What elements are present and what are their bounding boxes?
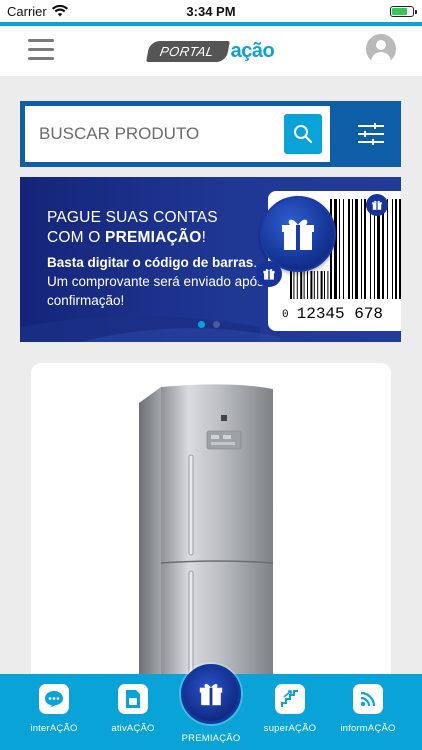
carrier-label: Carrier xyxy=(7,3,47,19)
magnifier-icon xyxy=(294,125,313,144)
product-card[interactable] xyxy=(31,363,391,703)
banner-body: Basta digitar o código de barras. Um com… xyxy=(47,253,277,310)
nav-item-superacao[interactable]: superAÇÃO xyxy=(248,684,332,734)
battery-icon xyxy=(390,5,417,17)
sim-card-icon xyxy=(118,684,148,714)
barcode-number-main: 12345 678 xyxy=(296,305,384,323)
battery-level-fill xyxy=(392,7,407,15)
status-left: Carrier xyxy=(7,4,68,19)
barcode-bar xyxy=(334,199,337,299)
wifi-icon xyxy=(51,5,68,17)
nav-item-informacao[interactable]: informAÇÃO xyxy=(326,684,410,734)
barcode-bar xyxy=(300,271,303,299)
search-bar xyxy=(20,101,401,167)
nav-item-ativacao[interactable]: ativAÇÃO xyxy=(91,684,175,734)
barcode-bar xyxy=(352,199,353,299)
banner-headline-line2-prefix: COM O xyxy=(47,229,106,246)
rss-feed-icon xyxy=(353,684,383,714)
search-box xyxy=(25,106,330,162)
barcode-bar xyxy=(296,271,298,299)
promo-banner[interactable]: PAGUE SUAS CONTAS COM O PREMIAÇÃO! Basta… xyxy=(20,177,401,342)
nav-item-premiacao[interactable] xyxy=(181,664,241,724)
barcode-bar xyxy=(307,271,308,299)
banner-headline-bold: PREMIAÇÃO xyxy=(105,229,202,246)
barcode-bar xyxy=(348,199,350,299)
barcode-bar xyxy=(293,271,295,299)
barcode-bar xyxy=(361,199,362,299)
search-button[interactable] xyxy=(284,114,322,154)
barcode-bar xyxy=(317,271,319,299)
banner-text: PAGUE SUAS CONTAS COM O PREMIAÇÃO! Basta… xyxy=(47,208,277,310)
barcode-bar xyxy=(339,199,340,299)
chat-bubble-icon xyxy=(39,684,69,714)
status-bar: Carrier 3:34 PM xyxy=(0,0,422,22)
barcode-bar xyxy=(395,199,397,299)
gift-small-icon xyxy=(256,261,282,287)
nav-label-interacao: interAÇÃO xyxy=(30,723,78,734)
nav-label-ativacao: ativAÇÃO xyxy=(111,723,155,734)
user-avatar-icon[interactable] xyxy=(366,34,396,64)
gift-small-icon xyxy=(366,194,388,216)
app-header: PORTAL ação xyxy=(0,26,422,76)
logo-acao-text: ação xyxy=(230,39,275,62)
banner-body-bold: Basta digitar o código de barras xyxy=(47,255,254,270)
portal-acao-logo: PORTAL ação xyxy=(145,39,275,63)
carousel-dot[interactable] xyxy=(213,321,220,328)
barcode-bar xyxy=(320,271,323,299)
barcode-bar xyxy=(327,271,329,299)
barcode-bar xyxy=(387,199,388,299)
barcode-number-prefix: 0 xyxy=(282,309,289,321)
refrigerator-image xyxy=(139,384,274,703)
barcode-bar xyxy=(399,199,401,299)
stairs-icon xyxy=(275,684,305,714)
carousel-dots xyxy=(198,321,220,328)
barcode-bar xyxy=(343,199,344,299)
barcode-bar xyxy=(355,199,358,299)
barcode-bar xyxy=(364,199,366,299)
nav-label-premiacao: PREMIAÇÃO xyxy=(181,733,241,744)
logo-portal-text: PORTAL xyxy=(145,40,230,62)
search-input[interactable] xyxy=(25,106,265,162)
barcode-bar xyxy=(392,199,393,299)
hamburger-menu-icon[interactable] xyxy=(28,39,54,61)
barcode-bar xyxy=(313,271,315,299)
nav-label-informacao: informAÇÃO xyxy=(340,723,396,734)
gift-icon xyxy=(199,683,223,706)
banner-headline-suffix: ! xyxy=(201,229,207,246)
sliders-icon xyxy=(357,123,384,145)
nav-item-interacao[interactable]: interAÇÃO xyxy=(12,684,96,734)
filter-button[interactable] xyxy=(340,101,401,167)
barcode-bar xyxy=(303,271,305,299)
barcode-bar xyxy=(290,271,292,299)
nav-label-superacao: superAÇÃO xyxy=(263,723,317,734)
barcode-number: 0 12345 678 xyxy=(282,305,383,323)
barcode-bar xyxy=(310,271,313,299)
banner-headline-line1: PAGUE SUAS CONTAS xyxy=(47,209,218,226)
barcode-bar xyxy=(324,271,325,299)
carousel-dot-active[interactable] xyxy=(198,321,205,328)
banner-headline: PAGUE SUAS CONTAS COM O PREMIAÇÃO! xyxy=(47,208,277,248)
